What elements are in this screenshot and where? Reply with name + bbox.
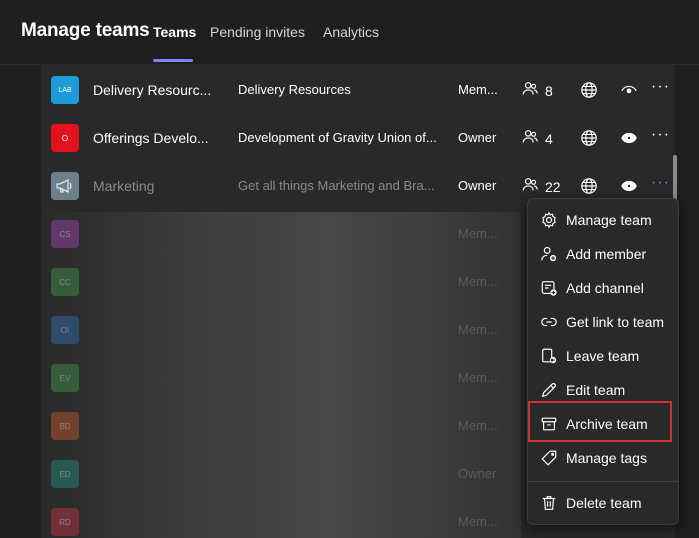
eye-icon[interactable] bbox=[619, 80, 639, 100]
more-options-icon[interactable]: ··· bbox=[651, 174, 670, 192]
menu-item-leave-team[interactable]: Leave team bbox=[528, 339, 678, 373]
active-tab-indicator bbox=[153, 59, 193, 62]
header-bar: Manage teams Teams Pending invites Analy… bbox=[0, 0, 699, 65]
trash-icon bbox=[539, 493, 559, 513]
scrollbar[interactable] bbox=[673, 155, 677, 203]
archive-team-highlight-box bbox=[528, 401, 672, 442]
team-name[interactable]: Offerings Develo... bbox=[93, 130, 209, 146]
team-role: Owner bbox=[458, 178, 497, 193]
globe-icon bbox=[579, 176, 599, 196]
menu-item-get-link[interactable]: Get link to team bbox=[528, 305, 678, 339]
menu-item-manage-tags[interactable]: Manage tags bbox=[528, 441, 678, 475]
team-name[interactable]: Marketing bbox=[93, 178, 154, 194]
tag-icon bbox=[539, 448, 559, 468]
team-role: Mem... bbox=[458, 82, 498, 97]
more-options-icon[interactable]: ··· bbox=[651, 126, 670, 144]
tab-pending-invites[interactable]: Pending invites bbox=[210, 24, 305, 40]
team-context-menu: Manage team Add member Add channel Get l… bbox=[527, 198, 679, 525]
globe-icon bbox=[579, 128, 599, 148]
page-title: Manage teams bbox=[21, 20, 150, 41]
team-avatar: LAB bbox=[51, 76, 79, 104]
team-description: Get all things Marketing and Bra... bbox=[238, 178, 435, 193]
team-description: Delivery Resources bbox=[238, 82, 351, 97]
eye-icon[interactable] bbox=[619, 128, 639, 148]
menu-item-manage-team[interactable]: Manage team bbox=[528, 203, 678, 237]
people-icon bbox=[521, 80, 539, 101]
menu-item-add-channel[interactable]: Add channel bbox=[528, 271, 678, 305]
more-options-icon[interactable]: ··· bbox=[651, 78, 670, 96]
menu-item-add-member[interactable]: Add member bbox=[528, 237, 678, 271]
list-blur-overlay bbox=[41, 212, 521, 538]
tab-analytics[interactable]: Analytics bbox=[323, 24, 379, 40]
add-member-icon bbox=[539, 244, 559, 264]
link-icon bbox=[539, 312, 559, 332]
people-icon bbox=[521, 176, 539, 197]
menu-item-delete-team[interactable]: Delete team bbox=[528, 486, 678, 520]
member-count: 4 bbox=[521, 128, 553, 149]
eye-icon[interactable] bbox=[619, 176, 639, 196]
megaphone-icon bbox=[51, 172, 79, 200]
team-avatar: O bbox=[51, 124, 79, 152]
team-description: Development of Gravity Union of... bbox=[238, 130, 437, 145]
gear-icon bbox=[539, 210, 559, 230]
member-count: 22 bbox=[521, 176, 561, 197]
people-icon bbox=[521, 128, 539, 149]
add-channel-icon bbox=[539, 278, 559, 298]
leave-icon bbox=[539, 346, 559, 366]
pencil-icon bbox=[539, 380, 559, 400]
member-count: 8 bbox=[521, 80, 553, 101]
menu-divider bbox=[528, 481, 678, 482]
team-name[interactable]: Delivery Resourc... bbox=[93, 82, 211, 98]
team-row[interactable]: LAB Delivery Resourc... Delivery Resourc… bbox=[41, 66, 675, 114]
team-role: Owner bbox=[458, 130, 497, 145]
team-row[interactable]: O Offerings Develo... Development of Gra… bbox=[41, 114, 675, 162]
tab-teams[interactable]: Teams bbox=[153, 24, 196, 40]
globe-icon bbox=[579, 80, 599, 100]
